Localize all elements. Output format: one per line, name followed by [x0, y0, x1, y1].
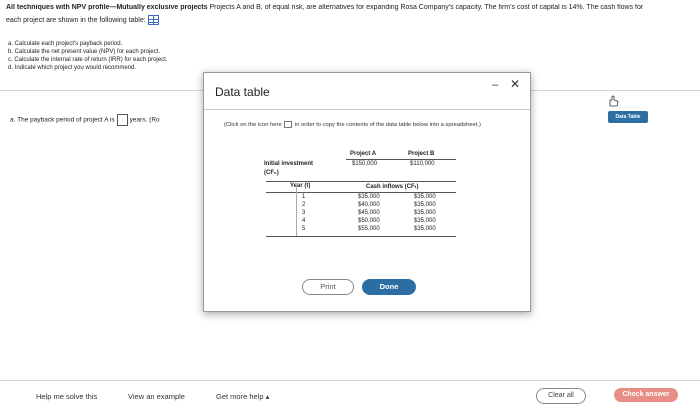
project-a-cell: $35,000 [358, 194, 380, 200]
instruction-text-start: (Click on the icon here [224, 122, 282, 129]
question-a-suffix: years. (Ro [129, 116, 160, 124]
year-cell: 2 [302, 202, 306, 208]
close-button[interactable]: ✕ [510, 77, 520, 91]
cash-flow-rows: 1 $35,000 $35,000 2 $40,000 $35,000 3 $4… [266, 194, 456, 234]
initial-investment-a: $150,000 [352, 161, 378, 167]
cash-inflows-underline [266, 192, 456, 193]
project-b-cell: $35,000 [414, 218, 436, 224]
table-row: 4 $50,000 $35,000 [266, 218, 456, 226]
task-item: a. Calculate each project's payback peri… [8, 41, 123, 47]
year-cell: 1 [302, 194, 306, 200]
payback-answer-input[interactable] [116, 114, 128, 126]
question-a: a. The payback period of project A is yea… [10, 114, 160, 126]
project-a-cell: $55,000 [358, 226, 380, 232]
year-column-rule [296, 183, 297, 236]
check-answer-button[interactable]: Check answer [614, 388, 678, 402]
clear-all-button[interactable]: Clear all [536, 388, 586, 404]
project-b-cell: $35,000 [414, 194, 436, 200]
data-table-button[interactable]: Data Table [608, 111, 648, 123]
copy-icon[interactable] [284, 121, 293, 128]
header-underline [346, 159, 456, 160]
column-header-project-b: Project B [408, 151, 435, 157]
cash-inflows-header: Cash inflows (CFₜ) [366, 184, 419, 190]
table-icon[interactable] [147, 15, 159, 25]
dialog-title: Data table [215, 85, 270, 99]
problem-title: All techniques with NPV profile—Mutually… [6, 4, 208, 11]
table-row: 3 $45,000 $35,000 [266, 210, 456, 218]
table-row: 5 $55,000 $35,000 [266, 226, 456, 234]
bottom-divider [0, 380, 700, 381]
project-b-cell: $35,000 [414, 202, 436, 208]
task-item: b. Calculate the net present value (NPV)… [8, 49, 161, 55]
initial-investment-label: Initial investment [264, 161, 314, 167]
table-row: 2 $40,000 $35,000 [266, 202, 456, 210]
pointer-hand-icon [609, 95, 619, 107]
project-a-cell: $45,000 [358, 210, 380, 216]
problem-intro: Projects A and B, of equal risk, are alt… [207, 4, 644, 11]
problem-statement: All techniques with NPV profile—Mutually… [6, 4, 700, 11]
question-a-prefix: a. The payback period of project A is [10, 116, 115, 124]
dialog-header-divider [204, 109, 530, 110]
project-a-cell: $40,000 [358, 202, 380, 208]
task-item: d. Indicate which project you would reco… [8, 65, 137, 71]
get-more-help-link[interactable]: Get more help ▴ [216, 392, 269, 401]
instruction-text-end: in order to copy the contents of the dat… [294, 122, 481, 129]
data-table-dialog: Data table – ✕ (Click on the icon here i… [203, 72, 531, 312]
done-button[interactable]: Done [362, 279, 416, 295]
section-divider [266, 181, 456, 182]
help-me-solve-link[interactable]: Help me solve this [36, 392, 97, 401]
problem-line-2: each project are shown in the following … [6, 15, 159, 25]
initial-investment-sub: (CF₀) [264, 170, 279, 176]
project-b-cell: $35,000 [414, 210, 436, 216]
minimize-button[interactable]: – [492, 79, 498, 91]
column-header-project-a: Project A [350, 151, 377, 157]
year-header: Year (t) [290, 183, 311, 189]
year-cell: 4 [302, 218, 306, 224]
task-list: a. Calculate each project's payback peri… [8, 40, 167, 72]
print-button[interactable]: Print [302, 279, 354, 295]
table-bottom-border [266, 236, 456, 237]
task-item: c. Calculate the internal rate of return… [8, 57, 168, 63]
project-a-cell: $50,000 [358, 218, 380, 224]
year-cell: 3 [302, 210, 306, 216]
view-example-link[interactable]: View an example [128, 392, 185, 401]
project-b-cell: $35,000 [414, 226, 436, 232]
copy-instructions: (Click on the icon here in order to copy… [224, 121, 494, 129]
initial-investment-b: $110,000 [410, 161, 435, 167]
problem-line-2-text: each project are shown in the following … [6, 16, 146, 24]
table-row: 1 $35,000 $35,000 [266, 194, 456, 202]
year-cell: 5 [302, 226, 306, 232]
